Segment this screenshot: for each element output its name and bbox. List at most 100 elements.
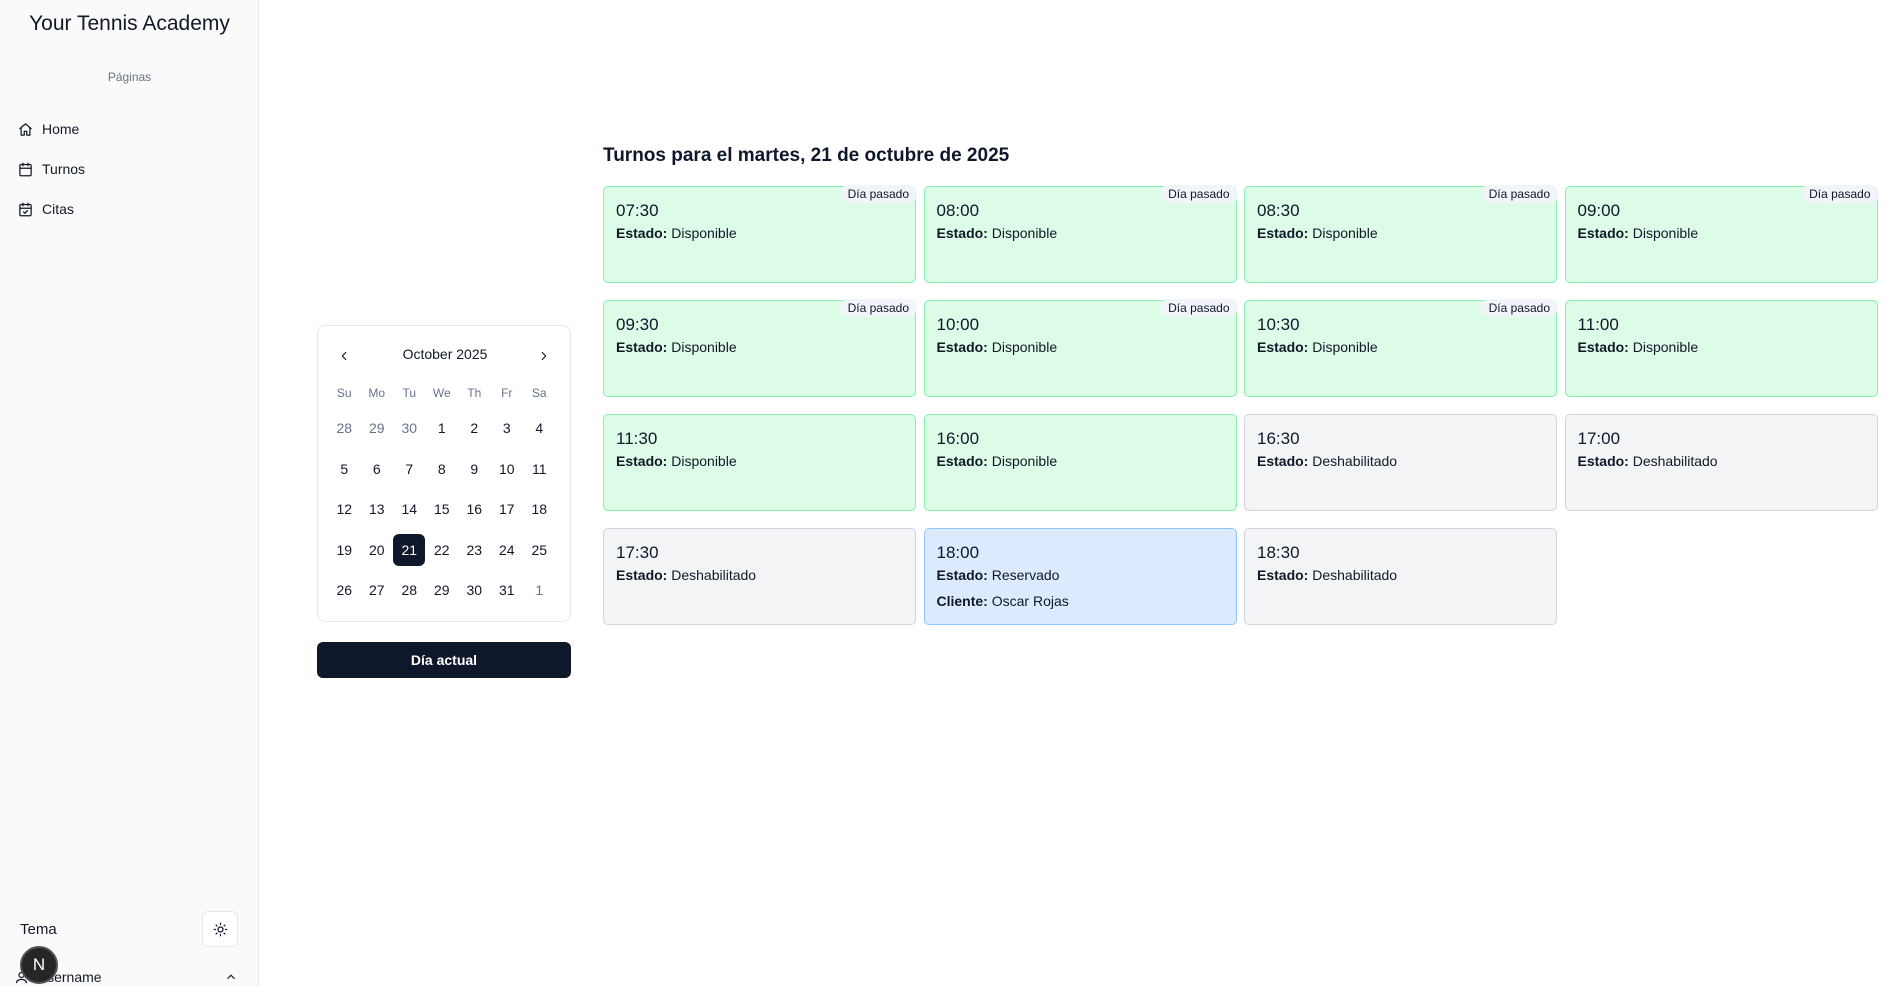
- calendar-day[interactable]: 29: [426, 574, 458, 606]
- sidebar: Your Tennis Academy Páginas Home Turnos …: [0, 0, 259, 986]
- calendar-day[interactable]: 10: [491, 453, 523, 485]
- avatar[interactable]: N: [20, 946, 58, 984]
- slot-status-value: Deshabilitado: [1312, 567, 1398, 583]
- calendar-day[interactable]: 24: [491, 534, 523, 566]
- slot-card[interactable]: 10:00 Estado: Disponible Día pasado: [923, 299, 1238, 397]
- calendar-day[interactable]: 13: [361, 493, 393, 525]
- sidebar-item-home[interactable]: Home: [10, 112, 249, 146]
- slot-status-value: Disponible: [1632, 225, 1699, 241]
- calendar-day[interactable]: 11: [523, 453, 555, 485]
- theme-label: Tema: [20, 921, 57, 938]
- sidebar-nav: Home Turnos Citas: [10, 112, 249, 232]
- slot-card[interactable]: 08:00 Estado: Disponible Día pasado: [923, 185, 1238, 283]
- slot-card[interactable]: 09:00 Estado: Disponible Día pasado: [1564, 185, 1879, 283]
- slot-status-label: Estado:: [1257, 567, 1309, 583]
- past-day-badge: Día pasado: [839, 299, 917, 317]
- slot-card[interactable]: 18:00 Estado: Reservado Cliente: Oscar Roj…: [923, 528, 1237, 625]
- slot-card[interactable]: 09:30 Estado: Disponible Día pasado: [603, 299, 917, 397]
- slot-time: 11:30: [616, 429, 658, 448]
- slot-card[interactable]: 08:30 Estado: Disponible Día pasado: [1244, 185, 1558, 283]
- slot-card[interactable]: 18:30 Estado: Deshabilitado: [1244, 528, 1557, 625]
- calendar-day[interactable]: 7: [393, 453, 425, 485]
- slot-status-value: Reservado: [991, 567, 1060, 583]
- calendar-day[interactable]: 1: [426, 412, 458, 444]
- slot-status: Estado: Disponible: [616, 224, 903, 242]
- calendar-day[interactable]: 28: [328, 412, 360, 444]
- chevron-up-icon: [227, 974, 235, 980]
- calendar-day[interactable]: 26: [328, 574, 360, 606]
- slot-status: Estado: Disponible: [937, 224, 1224, 242]
- slot-status-label: Estado:: [1577, 453, 1629, 469]
- calendar-day[interactable]: 22: [426, 534, 458, 566]
- calendar-day[interactable]: 28: [393, 574, 425, 606]
- next-month-button[interactable]: [532, 344, 556, 368]
- slot-status-value: Deshabilitado: [1632, 453, 1718, 469]
- today-button[interactable]: Día actual: [317, 642, 571, 678]
- slot-status-value: Disponible: [1632, 339, 1699, 355]
- calendar-check-icon: [19, 202, 32, 216]
- slot-status-value: Disponible: [1312, 225, 1378, 241]
- calendar-day[interactable]: 29: [361, 412, 393, 444]
- calendar-day[interactable]: 30: [393, 412, 425, 444]
- slot-client-value: Oscar Rojas: [991, 593, 1069, 609]
- weekday-label: We: [432, 386, 451, 400]
- calendar-day[interactable]: 8: [426, 453, 458, 485]
- slot-status-value: Disponible: [991, 339, 1058, 355]
- calendar-day[interactable]: 18: [523, 493, 555, 525]
- slot-card[interactable]: 16:00 Estado: Disponible: [923, 414, 1237, 511]
- slot-time: 11:00: [1577, 315, 1619, 334]
- calendar-day[interactable]: 31: [491, 574, 523, 606]
- slot-status-label: Estado:: [616, 339, 668, 355]
- calendar-day[interactable]: 30: [458, 574, 490, 606]
- calendar-day[interactable]: 27: [361, 574, 393, 606]
- calendar-day-selected[interactable]: 21: [393, 533, 426, 566]
- calendar-day[interactable]: 23: [458, 534, 490, 566]
- slot-status-label: Estado:: [616, 225, 668, 241]
- slot-status-label: Estado:: [1257, 453, 1309, 469]
- sidebar-item-label: Turnos: [42, 161, 86, 177]
- weekday-label: Mo: [368, 386, 386, 400]
- calendar-day[interactable]: 25: [523, 534, 555, 566]
- slot-status: Estado: Disponible: [1578, 338, 1865, 356]
- calendar-day[interactable]: 16: [458, 493, 490, 525]
- slot-status-label: Estado:: [936, 453, 988, 469]
- calendar-day[interactable]: 9: [458, 453, 490, 485]
- slot-card[interactable]: 17:30 Estado: Deshabilitado: [603, 528, 916, 625]
- slot-time: 18:00: [936, 543, 980, 562]
- calendar-week: 28 29 30 1 2 3 4: [328, 412, 562, 453]
- calendar-day[interactable]: 5: [328, 453, 360, 485]
- slot-status-label: Estado:: [1257, 225, 1309, 241]
- slot-card[interactable]: 10:30 Estado: Disponible Día pasado: [1244, 299, 1558, 397]
- slot-status-value: Deshabilitado: [1312, 453, 1398, 469]
- slot-card[interactable]: 11:00 Estado: Disponible: [1564, 300, 1878, 397]
- calendar-day[interactable]: 17: [491, 493, 523, 525]
- calendar-day[interactable]: 14: [393, 493, 425, 525]
- calendar-day[interactable]: 3: [491, 412, 523, 444]
- sidebar-item-turnos[interactable]: Turnos: [10, 152, 249, 186]
- slot-status-label: Estado:: [1577, 225, 1629, 241]
- slot-status: Estado: Disponible: [937, 338, 1224, 356]
- past-day-badge: Día pasado: [1160, 185, 1238, 203]
- calendar-day[interactable]: 15: [426, 493, 458, 525]
- slot-card[interactable]: 17:00 Estado: Deshabilitado: [1564, 414, 1878, 511]
- sidebar-item-citas[interactable]: Citas: [10, 192, 249, 226]
- calendar-day[interactable]: 1: [523, 574, 555, 606]
- page-title: Turnos para el martes, 21 de octubre de …: [603, 145, 1010, 166]
- calendar-day[interactable]: 20: [361, 534, 393, 566]
- slot-time: 09:00: [1577, 201, 1621, 220]
- calendar-week: 12 13 14 15 16 17 18: [328, 493, 562, 534]
- calendar-day[interactable]: 6: [361, 453, 393, 485]
- date-picker: October 2025 Su Mo Tu We Th Fr Sa 28 29 30 1 2 3 4 5 6…: [317, 325, 571, 622]
- slot-status: Estado: Deshabilitado: [1257, 452, 1544, 470]
- calendar-day[interactable]: 19: [328, 534, 360, 566]
- calendar-day[interactable]: 2: [458, 412, 490, 444]
- slot-status: Estado: Deshabilitado: [1257, 566, 1544, 584]
- slot-status-label: Estado:: [936, 339, 988, 355]
- slot-status: Estado: Disponible: [616, 452, 903, 470]
- slot-card[interactable]: 16:30 Estado: Deshabilitado: [1244, 414, 1557, 511]
- slot-card[interactable]: 07:30 Estado: Disponible Día pasado: [603, 185, 917, 283]
- calendar-day[interactable]: 12: [328, 493, 360, 525]
- theme-toggle-button[interactable]: [202, 911, 238, 947]
- slot-card[interactable]: 11:30 Estado: Disponible: [603, 414, 916, 511]
- calendar-day[interactable]: 4: [523, 412, 555, 444]
